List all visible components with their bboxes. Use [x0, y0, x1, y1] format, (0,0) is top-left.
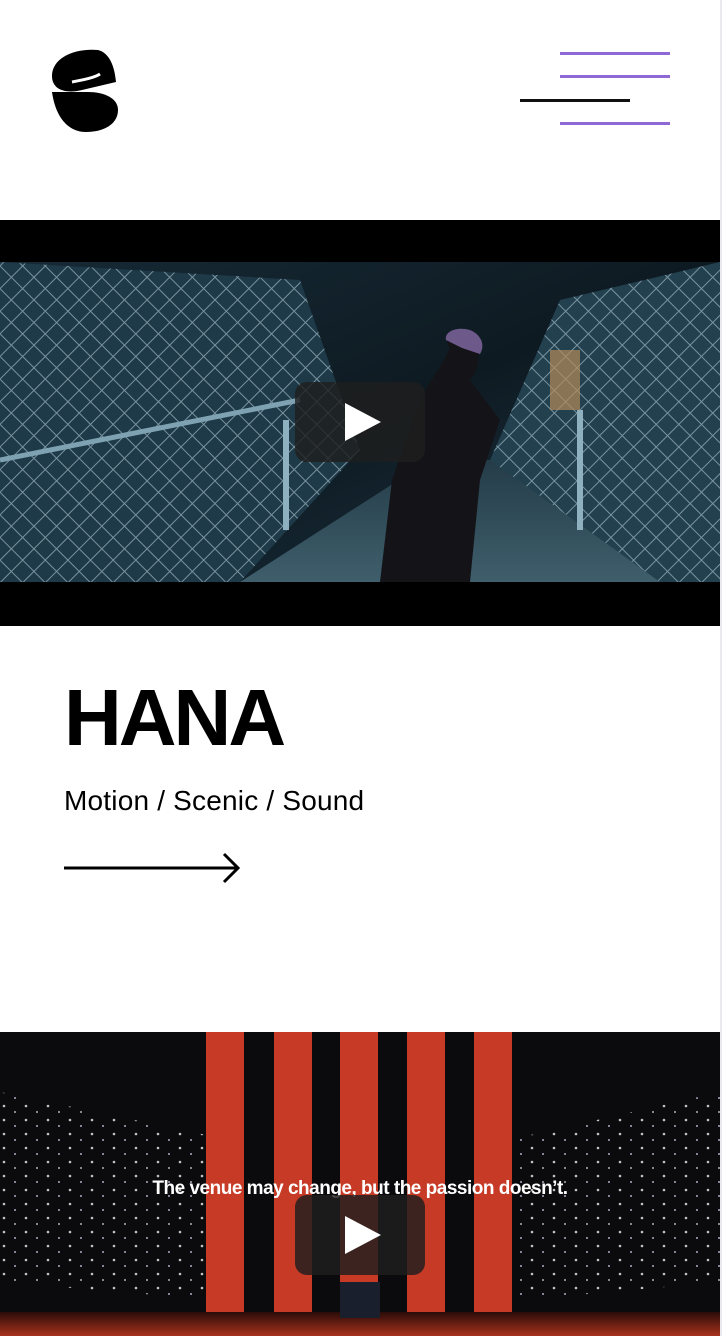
- menu-button[interactable]: [516, 48, 676, 132]
- project-disciplines: Motion / Scenic / Sound: [64, 785, 365, 816]
- menu-line-accent: [560, 75, 670, 78]
- play-button[interactable]: [295, 1195, 425, 1275]
- menu-line-primary: [520, 99, 630, 102]
- site-header: [0, 0, 722, 220]
- project-title: HANA: [64, 673, 286, 762]
- play-icon: [345, 1216, 381, 1254]
- arrow-right-icon[interactable]: [62, 850, 244, 886]
- project-section: HANA Motion / Scenic / Sound: [0, 626, 720, 1032]
- play-button[interactable]: [295, 382, 425, 462]
- next-project-video[interactable]: The venue may change, but the passion do…: [0, 1032, 720, 1336]
- logo-icon[interactable]: [48, 48, 120, 132]
- menu-line-accent: [560, 52, 670, 55]
- menu-line-accent: [560, 122, 670, 125]
- play-icon: [345, 403, 381, 441]
- featured-video[interactable]: [0, 220, 720, 626]
